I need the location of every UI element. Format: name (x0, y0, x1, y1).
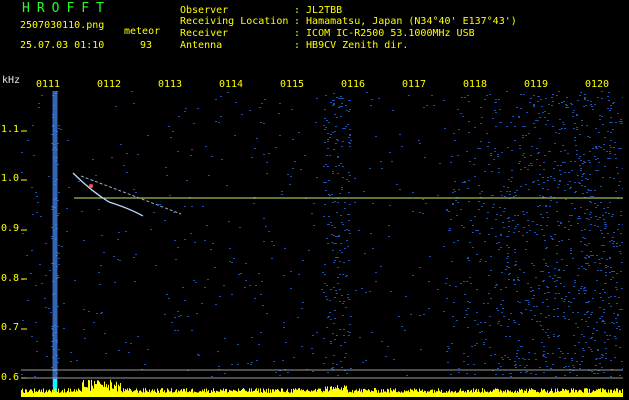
meteor-head (89, 184, 93, 188)
info-value-observer: : JL2TBB (294, 5, 343, 16)
info-label-antenna: Antenna (180, 40, 223, 51)
app-title: HROFFT (22, 1, 111, 16)
y-tick-label: 1.1 (1, 124, 20, 135)
plot-background (21, 91, 623, 397)
x-tick-label: 0117 (402, 79, 427, 90)
y-tick-label: 0.8 (1, 273, 20, 284)
y-tick-label: 1.0 (1, 173, 20, 184)
type-label: meteor (124, 26, 161, 37)
y-tick-label: 0.7 (1, 322, 20, 333)
info-label-observer: Observer (180, 5, 229, 16)
event-count: 93 (140, 40, 153, 51)
x-tick-label: 0112 (97, 79, 122, 90)
info-value-location: : Hamamatsu, Japan (N34°40' E137°43') (294, 16, 517, 27)
filename: 2507030110.png (20, 20, 105, 31)
y-axis-labels: 1.1 1.0 0.9 0.8 0.7 0.6 (0, 0, 22, 400)
x-tick-label: 0116 (341, 79, 366, 90)
y-tick-label: 0.6 (1, 372, 20, 383)
info-value-antenna: : HB9CV Zenith dir. (294, 40, 409, 51)
info-label-receiver: Receiver (180, 28, 229, 39)
timestamp: 25.07.03 01:10 (20, 40, 105, 51)
x-tick-label: 0118 (463, 79, 488, 90)
x-tick-label: 0115 (280, 79, 305, 90)
x-tick-label: 0119 (524, 79, 549, 90)
x-tick-label: 0113 (158, 79, 183, 90)
info-value-receiver: : ICOM IC-R2500 53.1000MHz USB (294, 28, 475, 39)
x-tick-label: 0114 (219, 79, 244, 90)
x-tick-label: 0120 (585, 79, 610, 90)
info-label-location: Receiving Location (180, 16, 289, 27)
x-tick-label: 0111 (36, 79, 61, 90)
spectrogram-plot (21, 91, 623, 397)
y-tick-label: 0.9 (1, 223, 20, 234)
